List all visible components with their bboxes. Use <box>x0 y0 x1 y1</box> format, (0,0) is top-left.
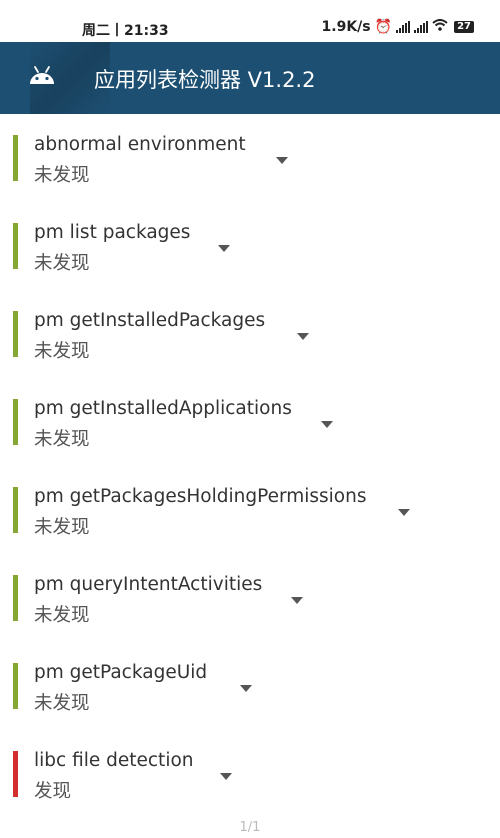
status-icons: 1.9K/s ⏰ 27 <box>322 19 474 35</box>
check-item[interactable]: libc file detection 发现 <box>0 730 500 818</box>
app-bar: 应用列表检测器 V1.2.2 <box>0 42 500 114</box>
check-status: 未发现 <box>34 341 90 362</box>
status-bar: 周二丨21:33 1.9K/s ⏰ 27 <box>0 0 500 42</box>
status-indicator-bar <box>13 575 18 621</box>
check-item[interactable]: pm queryIntentActivities 未发现 <box>0 554 500 642</box>
check-item[interactable]: pm getInstalledPackages 未发现 <box>0 290 500 378</box>
check-status: 未发现 <box>34 605 90 626</box>
check-status: 未发现 <box>34 429 90 450</box>
check-status: 未发现 <box>34 517 90 538</box>
expand-caret-icon[interactable] <box>398 509 410 516</box>
check-status: 发现 <box>34 781 72 802</box>
status-indicator-bar <box>13 487 18 533</box>
check-title: pm getInstalledPackages <box>34 310 266 331</box>
expand-caret-icon[interactable] <box>276 157 288 164</box>
check-title: pm list packages <box>34 222 191 243</box>
expand-caret-icon[interactable] <box>240 685 252 692</box>
wifi-icon <box>432 19 448 35</box>
expand-caret-icon[interactable] <box>220 773 232 780</box>
status-indicator-bar <box>13 751 18 797</box>
expand-caret-icon[interactable] <box>218 245 230 252</box>
status-indicator-bar <box>13 311 18 357</box>
check-title: abnormal environment <box>34 134 246 155</box>
status-indicator-bar <box>13 223 18 269</box>
page-indicator: 1/1 <box>239 820 261 835</box>
check-item[interactable]: pm getPackageUid 未发现 <box>0 642 500 730</box>
check-list: abnormal environment 未发现 pm list package… <box>0 114 500 818</box>
check-item[interactable]: pm list packages 未发现 <box>0 202 500 290</box>
status-indicator-bar <box>13 663 18 709</box>
android-robot-icon <box>30 66 54 84</box>
check-status: 未发现 <box>34 693 90 714</box>
check-item[interactable]: pm getPackagesHoldingPermissions 未发现 <box>0 466 500 554</box>
cell-signal-icon-2 <box>414 21 429 33</box>
check-title: pm queryIntentActivities <box>34 574 263 595</box>
check-item[interactable]: abnormal environment 未发现 <box>0 114 500 202</box>
expand-caret-icon[interactable] <box>297 333 309 340</box>
app-title: 应用列表检测器 V1.2.2 <box>94 68 316 92</box>
check-title: libc file detection <box>34 750 194 771</box>
check-title: pm getPackagesHoldingPermissions <box>34 486 367 507</box>
check-status: 未发现 <box>34 165 90 186</box>
battery-icon: 27 <box>454 21 474 33</box>
check-title: pm getPackageUid <box>34 662 208 683</box>
network-speed: 1.9K/s <box>321 19 371 35</box>
check-title: pm getInstalledApplications <box>34 398 292 419</box>
status-time: 周二丨21:33 <box>82 23 169 39</box>
check-status: 未发现 <box>34 253 90 274</box>
status-indicator-bar <box>13 399 18 445</box>
cell-signal-icon <box>396 21 411 33</box>
status-indicator-bar <box>13 135 18 181</box>
expand-caret-icon[interactable] <box>291 597 303 604</box>
expand-caret-icon[interactable] <box>321 421 333 428</box>
check-item[interactable]: pm getInstalledApplications 未发现 <box>0 378 500 466</box>
alarm-icon: ⏰ <box>374 19 393 35</box>
